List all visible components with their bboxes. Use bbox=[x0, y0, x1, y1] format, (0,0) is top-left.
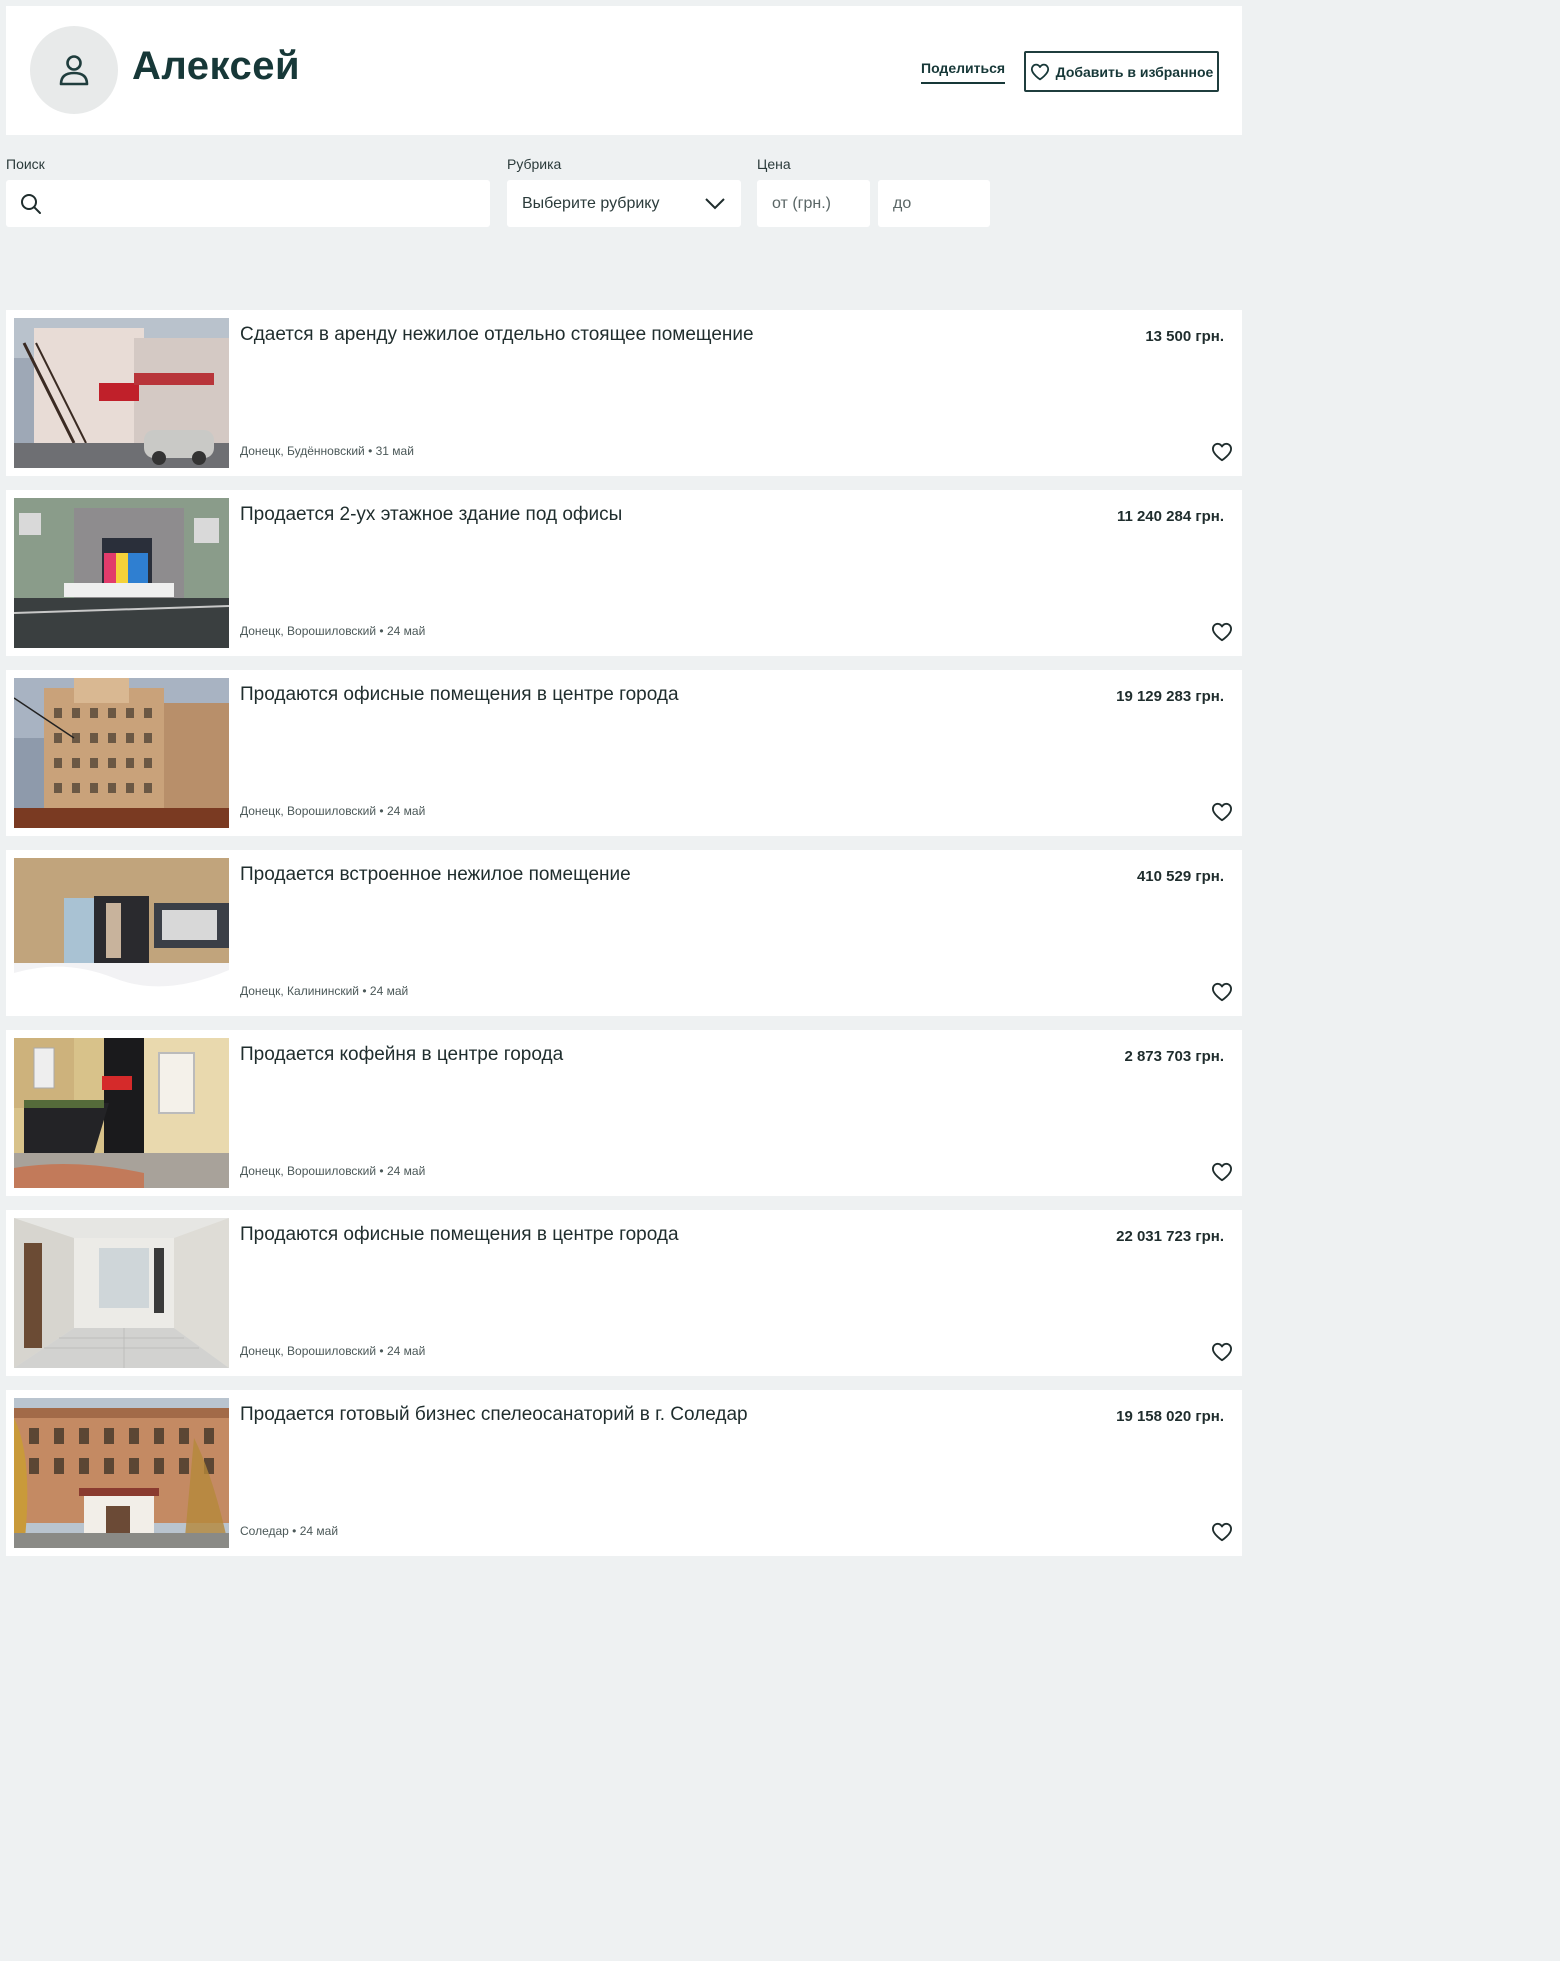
listing-photo[interactable] bbox=[14, 1398, 229, 1548]
price-label: Цена bbox=[757, 156, 791, 172]
listing-meta: Донецк, Ворошиловский • 24 май bbox=[240, 1164, 426, 1178]
listing-meta: Донецк, Будённовский • 31 май bbox=[240, 444, 414, 458]
listing-location: Соледар bbox=[240, 1524, 289, 1538]
listing-photo[interactable] bbox=[14, 858, 229, 1008]
listing-title[interactable]: Продаются офисные помещения в центре гор… bbox=[240, 684, 1060, 706]
heart-icon bbox=[1211, 1342, 1232, 1362]
listing-location: Донецк, Ворошиловский bbox=[240, 624, 377, 638]
favorite-heart-button[interactable] bbox=[1210, 800, 1234, 824]
listing-price: 2 873 703 грн. bbox=[1124, 1048, 1224, 1065]
listing-price: 19 129 283 грн. bbox=[1116, 688, 1224, 705]
listing-price: 19 158 020 грн. bbox=[1116, 1408, 1224, 1425]
listing-card[interactable]: Продается 2-ух этажное здание под офисы … bbox=[6, 490, 1242, 656]
listing-price: 410 529 грн. bbox=[1136, 868, 1224, 885]
listing-meta: Донецк, Ворошиловский • 24 май bbox=[240, 804, 426, 818]
rubric-label: Рубрика bbox=[507, 156, 562, 172]
favorite-heart-button[interactable] bbox=[1210, 440, 1234, 464]
user-name: Алексей bbox=[132, 44, 301, 88]
favorite-heart-button[interactable] bbox=[1210, 1520, 1234, 1544]
search-input[interactable] bbox=[52, 194, 490, 213]
listing-date: 24 май bbox=[386, 1344, 426, 1358]
listings-list: Сдается в аренду нежилое отдельно стояще… bbox=[6, 310, 1242, 1570]
listing-location: Донецк, Ворошиловский bbox=[240, 804, 377, 818]
listing-card[interactable]: Продается готовый бизнес спелеосанаторий… bbox=[6, 1390, 1242, 1556]
listing-price: 11 240 284 грн. bbox=[1116, 508, 1224, 525]
listing-card[interactable]: Сдается в аренду нежилое отдельно стояще… bbox=[6, 310, 1242, 476]
rubric-select[interactable]: Выберите рубрику bbox=[507, 180, 741, 227]
heart-icon bbox=[1211, 982, 1232, 1002]
listing-location: Донецк, Калининский bbox=[240, 984, 360, 998]
add-to-favorites-label: Добавить в избранное bbox=[1055, 63, 1214, 80]
rubric-selected-value: Выберите рубрику bbox=[522, 194, 660, 212]
heart-icon bbox=[1211, 442, 1232, 462]
price-to-input[interactable] bbox=[893, 194, 990, 213]
listing-card[interactable]: Продаются офисные помещения в центре гор… bbox=[6, 1210, 1242, 1376]
listing-date: 31 май bbox=[375, 444, 414, 458]
avatar bbox=[30, 26, 118, 114]
listing-price: 13 500 грн. bbox=[1145, 328, 1224, 345]
user-icon bbox=[59, 55, 89, 86]
heart-icon bbox=[1211, 622, 1232, 642]
price-from-input[interactable] bbox=[772, 194, 870, 213]
listing-title[interactable]: Продаются офисные помещения в центре гор… bbox=[240, 1224, 1060, 1246]
favorite-heart-button[interactable] bbox=[1210, 1340, 1234, 1364]
favorite-heart-button[interactable] bbox=[1210, 620, 1234, 644]
price-from-field[interactable] bbox=[757, 180, 870, 227]
search-label: Поиск bbox=[6, 156, 45, 172]
listing-location: Донецк, Ворошиловский bbox=[240, 1164, 377, 1178]
listing-meta: Донецк, Калининский • 24 май bbox=[240, 984, 409, 998]
listing-card[interactable]: Продается встроенное нежилое помещение 4… bbox=[6, 850, 1242, 1016]
favorite-heart-button[interactable] bbox=[1210, 980, 1234, 1004]
listing-title[interactable]: Продается готовый бизнес спелеосанаторий… bbox=[240, 1404, 1060, 1426]
heart-icon bbox=[1211, 802, 1232, 822]
price-to-field[interactable] bbox=[878, 180, 990, 227]
chevron-down-icon bbox=[705, 197, 725, 209]
listing-meta: Донецк, Ворошиловский • 24 май bbox=[240, 624, 426, 638]
listing-meta: Донецк, Ворошиловский • 24 май bbox=[240, 1344, 426, 1358]
favorite-heart-button[interactable] bbox=[1210, 1160, 1234, 1184]
listing-price: 22 031 723 грн. bbox=[1116, 1228, 1224, 1245]
heart-icon bbox=[1030, 63, 1049, 80]
heart-icon bbox=[1211, 1162, 1232, 1182]
listing-title[interactable]: Продается встроенное нежилое помещение bbox=[240, 864, 1060, 886]
listing-photo[interactable] bbox=[14, 678, 229, 828]
share-link[interactable]: Поделиться bbox=[921, 60, 1006, 84]
listing-photo[interactable] bbox=[14, 1218, 229, 1368]
profile-header: Алексей Поделиться Добавить в избранное bbox=[6, 6, 1242, 135]
listing-photo[interactable] bbox=[14, 318, 229, 468]
listing-date: 24 май bbox=[386, 804, 426, 818]
listing-title[interactable]: Сдается в аренду нежилое отдельно стояще… bbox=[240, 324, 1060, 346]
listing-meta: Соледар • 24 май bbox=[240, 1524, 339, 1538]
listing-date: 24 май bbox=[369, 984, 409, 998]
listing-date: 24 май bbox=[299, 1524, 339, 1538]
listing-title[interactable]: Продается 2-ух этажное здание под офисы bbox=[240, 504, 1060, 526]
listing-card[interactable]: Продаются офисные помещения в центре гор… bbox=[6, 670, 1242, 836]
heart-icon bbox=[1211, 1522, 1232, 1542]
listing-title[interactable]: Продается кофейня в центре города bbox=[240, 1044, 1060, 1066]
search-icon bbox=[21, 193, 41, 214]
search-field[interactable] bbox=[6, 180, 490, 227]
listing-card[interactable]: Продается кофейня в центре города 2 873 … bbox=[6, 1030, 1242, 1196]
listing-location: Донецк, Ворошиловский bbox=[240, 1344, 377, 1358]
listing-location: Донецк, Будённовский bbox=[240, 444, 365, 458]
listing-date: 24 май bbox=[386, 624, 426, 638]
listing-photo[interactable] bbox=[14, 1038, 229, 1188]
listing-date: 24 май bbox=[386, 1164, 426, 1178]
listing-photo[interactable] bbox=[14, 498, 229, 648]
add-to-favorites-button[interactable]: Добавить в избранное bbox=[1024, 51, 1219, 92]
